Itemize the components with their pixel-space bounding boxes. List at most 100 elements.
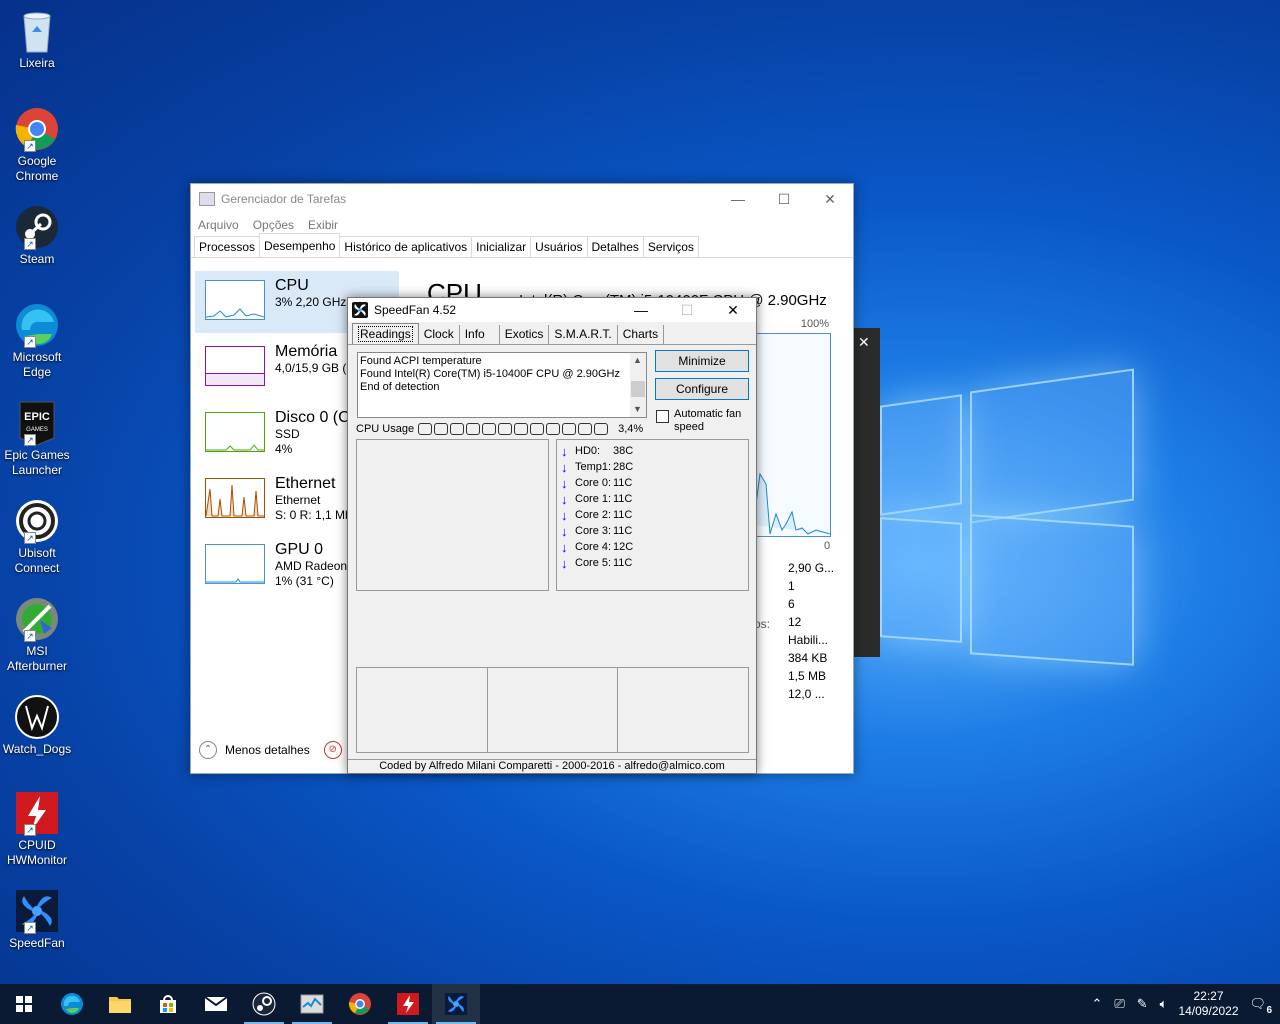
stat-value: 1 (788, 579, 795, 593)
taskbar-speedfan[interactable] (432, 984, 480, 1024)
clock[interactable]: 22:27 14/09/2022 (1173, 989, 1243, 1019)
minimize-button[interactable]: — (715, 184, 761, 214)
sidebar-item-name: Ethernet (275, 475, 336, 492)
close-icon[interactable]: ✕ (858, 334, 870, 351)
show-hidden-icons-chevron-icon[interactable]: ⌃ (1091, 996, 1102, 1012)
scrollbar-thumb[interactable] (631, 381, 645, 397)
maximize-button[interactable]: ☐ (761, 184, 807, 214)
steam-icon (252, 992, 276, 1016)
log-scrollbar[interactable]: ▲ ▼ (630, 353, 646, 417)
resource-monitor-icon[interactable]: ⊘ (323, 741, 342, 759)
msi-afterburner-icon: ↗ (14, 596, 60, 642)
window-title: Gerenciador de Tarefas (221, 192, 347, 206)
fewer-details-button[interactable]: ⌃ Menos detalhes ⊘ (199, 741, 350, 759)
volume-muted-icon[interactable]: 🔈︎ (1160, 996, 1168, 1012)
start-button[interactable] (0, 984, 48, 1024)
arrow-down-icon: ↓ (561, 475, 568, 491)
minimize-to-tray-button[interactable]: Minimize (655, 350, 749, 372)
tab-exotics[interactable]: Exotics (500, 325, 550, 344)
speedfan-icon: ↗ (14, 888, 60, 934)
sidebar-item-detail: Ethernet (275, 493, 321, 507)
stat-value: 384 KB (788, 651, 828, 665)
desktop-icon-steam[interactable]: ↗ Steam (2, 204, 72, 267)
desktop-icon-watch-dogs[interactable]: Watch_Dogs (2, 694, 72, 757)
scroll-down-icon[interactable]: ▼ (633, 403, 642, 416)
taskbar-file-explorer[interactable] (96, 984, 144, 1024)
tab-detalhes[interactable]: Detalhes (586, 236, 644, 257)
minimize-button[interactable]: — (618, 298, 664, 322)
edge-icon: ↗ (14, 302, 60, 348)
voltage-column (357, 668, 488, 752)
tab-readings[interactable]: Readings (352, 323, 419, 344)
tab-processos[interactable]: Processos (194, 236, 261, 257)
network-icon[interactable]: ⎚ (1114, 996, 1124, 1012)
tab-usuarios[interactable]: Usuários (530, 236, 588, 257)
arrow-down-icon: ↓ (561, 459, 568, 475)
tab-desempenho[interactable]: Desempenho (259, 233, 341, 256)
mail-icon (204, 996, 228, 1011)
menu-exibir[interactable]: Exibir (308, 218, 338, 232)
desktop-icon-lixeira[interactable]: Lixeira (2, 8, 72, 71)
tab-servicos[interactable]: Serviços (642, 236, 699, 257)
notifications-icon[interactable]: 🗨︎ 6 (1249, 996, 1272, 1016)
desktop-icon-speedfan[interactable]: ↗ SpeedFan (2, 888, 72, 951)
taskbar-store[interactable] (144, 984, 192, 1024)
arrow-down-icon: ↓ (561, 539, 568, 555)
cpu-usage-value: 3,4% (618, 423, 644, 435)
desktop-icon-msi-afterburner[interactable]: ↗ MSI Afterburner (2, 596, 72, 674)
detection-log[interactable]: Found ACPI temperature Found Intel(R) Co… (357, 352, 647, 418)
desktop-icon-ubisoft[interactable]: ↗ Ubisoft Connect (2, 498, 72, 576)
menu-arquivo[interactable]: Arquivo (198, 218, 239, 232)
tab-clock[interactable]: Clock (419, 325, 460, 344)
hwmonitor-icon (397, 993, 419, 1015)
sidebar-item-detail: AMD Radeon (275, 559, 348, 573)
tab-inicializar[interactable]: Inicializar (471, 236, 532, 257)
notification-count: 6 (1266, 1005, 1272, 1016)
taskbar-steam[interactable] (240, 984, 288, 1024)
tab-smart[interactable]: S.M.A.R.T. (549, 325, 618, 344)
shortcut-arrow-icon: ↗ (24, 532, 36, 544)
shortcut-arrow-icon: ↗ (24, 630, 36, 642)
scroll-up-icon[interactable]: ▲ (633, 354, 642, 367)
ethernet-mini-graph (205, 478, 265, 518)
taskbar-chrome[interactable] (336, 984, 384, 1024)
cpu-usage-cell (578, 423, 593, 435)
menu-opcoes[interactable]: Opções (253, 218, 294, 232)
cpu-usage-cell (434, 423, 449, 435)
cpu-usage-meter: CPU Usage 3,4% (356, 423, 643, 435)
system-tray: ⌃ ⎚ ✎ 🔈︎ 22:27 14/09/2022 🗨︎ 6 (1085, 984, 1280, 1024)
sidebar-item-detail: SSD (275, 427, 300, 441)
tab-info[interactable]: Info (460, 325, 500, 344)
edge-icon (61, 993, 83, 1015)
desktop-icon-label: Epic Games Launcher (4, 448, 70, 477)
pen-workspace-icon[interactable]: ✎ (1137, 996, 1148, 1012)
desktop-icon-chrome[interactable]: ↗ Google Chrome (2, 106, 72, 184)
desktop-icon-edge[interactable]: ↗ Microsoft Edge (2, 302, 72, 380)
speedfan-icon (445, 993, 467, 1015)
reading-row: ↓ Core 1: 11C (561, 491, 633, 507)
tab-historico[interactable]: Histórico de aplicativos (339, 236, 473, 257)
taskbar-task-manager[interactable] (288, 984, 336, 1024)
tab-bar: Processos Desempenho Histórico de aplica… (191, 233, 853, 258)
fewer-details-label: Menos detalhes (225, 743, 310, 757)
desktop-icon-epic-games[interactable]: EPIC GAMES ↗ Epic Games Launcher (2, 400, 72, 478)
close-button[interactable]: ✕ (710, 298, 756, 322)
cpu-usage-cell (546, 423, 561, 435)
tab-charts[interactable]: Charts (618, 325, 665, 344)
arrow-down-icon: ↓ (561, 507, 568, 523)
close-button[interactable]: ✕ (807, 184, 853, 214)
desktop-icon-hwmonitor[interactable]: ↗ CPUID HWMonitor (2, 790, 72, 868)
taskbar-hwmonitor[interactable] (384, 984, 432, 1024)
taskbar-edge[interactable] (48, 984, 96, 1024)
reading-row: ↓ Core 3: 11C (561, 523, 633, 539)
sidebar-item-name: Memória (275, 343, 338, 360)
taskbar-mail[interactable] (192, 984, 240, 1024)
automatic-fan-speed-label: Automatic fan speed (674, 408, 742, 433)
svg-text:EPIC: EPIC (24, 411, 50, 423)
clock-time: 22:27 (1193, 989, 1224, 1003)
log-line: End of detection (360, 381, 440, 393)
shortcut-arrow-icon: ↗ (24, 434, 36, 446)
configure-button[interactable]: Configure (655, 378, 749, 400)
automatic-fan-speed-checkbox[interactable] (656, 410, 669, 423)
automatic-fan-speed-option[interactable]: Automatic fan speed (656, 408, 746, 434)
